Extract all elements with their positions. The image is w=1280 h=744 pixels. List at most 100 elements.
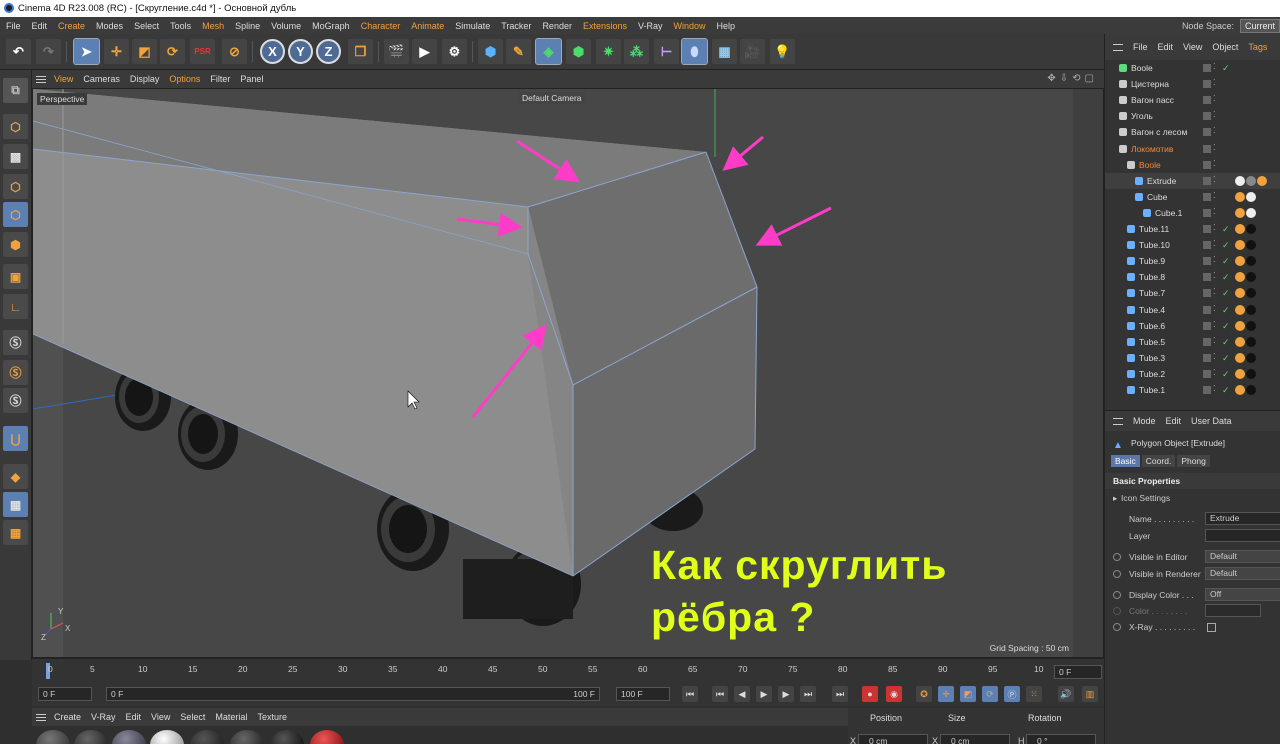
menu-window[interactable]: Window — [674, 21, 706, 31]
object-manager-hamburger-icon[interactable] — [1113, 43, 1123, 51]
am-menu-edit[interactable]: Edit — [1166, 416, 1182, 426]
viewport-camera-label[interactable]: Default Camera — [519, 92, 585, 104]
visibility-dots-icon[interactable]: ⁚ — [1213, 95, 1216, 103]
visibility-dots-icon[interactable]: ⁚ — [1213, 79, 1216, 87]
key-parameter-button[interactable]: Ⓟ — [1004, 686, 1020, 702]
object-row[interactable]: Tube.5 ⁚ ✓ — [1105, 334, 1280, 350]
object-row[interactable]: Tube.9 ⁚ ✓ — [1105, 253, 1280, 269]
viewport-navigation-icons[interactable]: ✥⇩⟲▢ — [1047, 73, 1098, 84]
camera-button[interactable]: 🎥 — [740, 39, 765, 64]
object-tag-icon[interactable] — [1246, 288, 1256, 299]
object-row[interactable]: Tube.11 ⁚ ✓ — [1105, 221, 1280, 237]
material-menu-vray[interactable]: V-Ray — [91, 712, 116, 722]
key-position-button[interactable]: ✛ — [938, 686, 954, 702]
layer-flag-icon[interactable] — [1203, 321, 1211, 330]
next-frame-button[interactable]: ▶ — [778, 686, 794, 702]
visibility-dots-icon[interactable]: ⁚ — [1213, 304, 1216, 313]
om-menu-view[interactable]: View — [1183, 42, 1202, 52]
texture-mode-button[interactable]: ▩ — [3, 144, 28, 169]
color-radio[interactable] — [1113, 607, 1121, 615]
viewport-menu-display[interactable]: Display — [130, 74, 160, 84]
visible-editor-radio[interactable] — [1113, 553, 1121, 561]
object-row[interactable]: Tube.7 ⁚ ✓ — [1105, 285, 1280, 301]
menu-vray[interactable]: V-Ray — [638, 21, 663, 31]
layer-flag-icon[interactable] — [1203, 176, 1211, 185]
next-key-button[interactable]: ⏭ — [800, 686, 816, 702]
viewport-menu-cameras[interactable]: Cameras — [83, 74, 120, 84]
record-button[interactable]: ● — [862, 686, 878, 702]
object-tag-icon[interactable] — [1235, 304, 1245, 315]
viewport-hamburger-icon[interactable] — [36, 75, 46, 83]
layer-field[interactable] — [1205, 529, 1280, 542]
object-row[interactable]: Extrude ⁚ — [1105, 172, 1280, 189]
sound-button[interactable]: 🔊 — [1058, 686, 1074, 702]
menu-animate[interactable]: Animate — [411, 21, 444, 31]
redo-button[interactable]: ↷ — [36, 39, 61, 64]
subdivision-button[interactable]: ◈ — [535, 38, 562, 65]
object-row[interactable]: Boole ⁚ ✓ — [1105, 60, 1280, 76]
light-button[interactable]: 💡 — [770, 39, 795, 64]
object-tag-icon[interactable] — [1235, 352, 1245, 363]
object-tag-icon[interactable] — [1246, 240, 1256, 251]
axis-mode-button[interactable]: ∟ — [3, 294, 28, 319]
enabled-check-icon[interactable]: ✓ — [1222, 237, 1230, 253]
viewport-menu-panel[interactable]: Panel — [240, 74, 263, 84]
position-x-field[interactable]: 0 cm — [858, 734, 928, 744]
model-mode-button[interactable]: ⬡ — [3, 114, 28, 139]
layer-flag-icon[interactable] — [1203, 225, 1211, 233]
range-slider[interactable]: 0 F 100 F — [106, 687, 600, 701]
magnet-button[interactable]: ⋃ — [3, 426, 28, 451]
object-tag-icon[interactable] — [1246, 256, 1256, 267]
object-row[interactable]: Цистерна ⁚ — [1105, 76, 1280, 92]
material-swatch[interactable] — [74, 730, 108, 744]
visible-renderer-radio[interactable] — [1113, 570, 1121, 578]
object-row[interactable]: Cube.1 ⁚ — [1105, 205, 1280, 221]
object-tag-icon[interactable] — [1235, 336, 1245, 347]
visibility-dots-icon[interactable]: ⁚ — [1213, 111, 1216, 119]
visibility-dots-icon[interactable]: ⁚ — [1213, 320, 1216, 329]
z-axis-button[interactable]: Z — [316, 39, 341, 64]
object-row[interactable]: Tube.1 ⁚ ✓ — [1105, 382, 1280, 398]
am-menu-user-data[interactable]: User Data — [1191, 416, 1232, 426]
visibility-dots-icon[interactable]: ⁚ — [1213, 288, 1216, 296]
object-tag-icon[interactable] — [1246, 385, 1256, 395]
scale-button[interactable]: ◩ — [132, 39, 157, 64]
uv-mode-button[interactable]: ▣ — [3, 264, 28, 289]
object-row[interactable]: Tube.2 ⁚ ✓ — [1105, 366, 1280, 382]
layer-flag-icon[interactable] — [1203, 369, 1211, 378]
layer-flag-icon[interactable] — [1203, 192, 1211, 201]
am-menu-mode[interactable]: Mode — [1133, 416, 1156, 426]
material-menu-view[interactable]: View — [151, 712, 170, 722]
object-tag-icon[interactable] — [1257, 175, 1267, 186]
material-swatch[interactable] — [230, 730, 264, 744]
visibility-dots-icon[interactable]: ⁚ — [1213, 191, 1216, 200]
viewport-menu-options[interactable]: Options — [169, 74, 200, 84]
layer-flag-icon[interactable] — [1203, 386, 1211, 394]
object-tag-icon[interactable] — [1246, 272, 1256, 283]
key-pla-button[interactable]: ⁙ — [1026, 686, 1042, 702]
visibility-dots-icon[interactable]: ⁚ — [1213, 256, 1216, 264]
x-axis-button[interactable]: X — [260, 39, 285, 64]
render-view-button[interactable]: 🎬 — [384, 39, 409, 64]
enabled-check-icon[interactable]: ✓ — [1222, 60, 1230, 76]
menu-character[interactable]: Character — [361, 21, 401, 31]
rotation-h-field[interactable]: 0 ° — [1026, 734, 1096, 744]
visibility-dots-icon[interactable]: ⁚ — [1213, 240, 1216, 248]
material-swatch[interactable] — [150, 730, 184, 744]
tab-basic[interactable]: Basic — [1111, 455, 1140, 467]
object-row[interactable]: Tube.6 ⁚ ✓ — [1105, 318, 1280, 334]
enabled-check-icon[interactable]: ✓ — [1222, 382, 1230, 398]
enabled-check-icon[interactable]: ✓ — [1222, 302, 1230, 318]
deformer-button[interactable]: ⊢ — [654, 39, 679, 64]
polygons-mode-button[interactable]: ⬢ — [3, 232, 28, 257]
object-tag-icon[interactable] — [1235, 175, 1245, 186]
layer-flag-icon[interactable] — [1203, 241, 1211, 250]
object-tag-icon[interactable] — [1246, 224, 1256, 234]
visibility-dots-icon[interactable]: ⁚ — [1213, 159, 1216, 168]
visibility-dots-icon[interactable]: ⁚ — [1213, 175, 1216, 184]
object-tag-icon[interactable] — [1235, 320, 1245, 331]
object-tag-icon[interactable] — [1235, 272, 1245, 283]
object-row[interactable]: Вагон пасс ⁚ — [1105, 92, 1280, 108]
keyframe-selection-button[interactable]: ✪ — [916, 686, 932, 702]
visibility-dots-icon[interactable]: ⁚ — [1213, 385, 1216, 393]
